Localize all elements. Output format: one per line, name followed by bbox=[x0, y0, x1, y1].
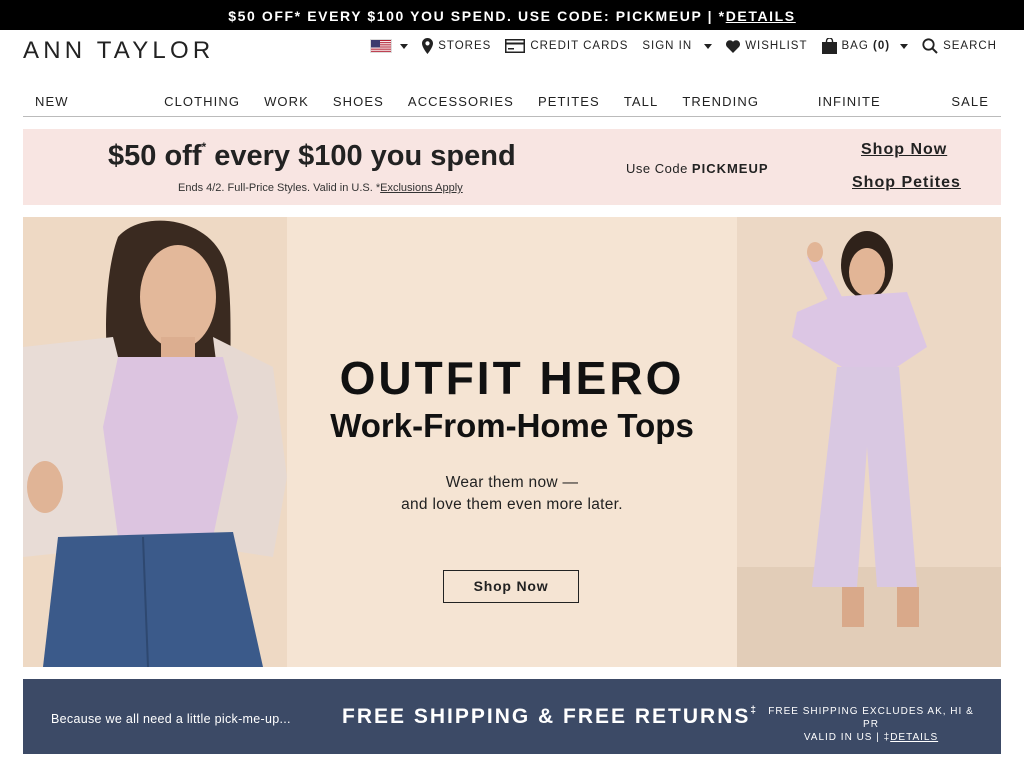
heart-icon bbox=[726, 39, 741, 53]
wishlist-label: WISHLIST bbox=[745, 40, 808, 52]
shipping-banner[interactable]: Because we all need a little pick-me-up.… bbox=[23, 679, 1001, 754]
sign-in-link[interactable]: SIGN IN bbox=[642, 40, 713, 52]
nav-sale[interactable]: SALE bbox=[951, 85, 989, 116]
shipping-fine-print: FREE SHIPPING EXCLUDES AK, HI & PR VALID… bbox=[763, 705, 979, 744]
shipping-headline: FREE SHIPPING & FREE RETURNS‡ bbox=[342, 705, 758, 729]
sign-in-label: SIGN IN bbox=[642, 40, 693, 52]
shipping-exclusion-text: FREE SHIPPING EXCLUDES AK, HI & PR bbox=[768, 706, 974, 730]
chevron-down-icon bbox=[704, 43, 713, 49]
search-label: SEARCH bbox=[943, 40, 997, 52]
shipping-headline-mark: ‡ bbox=[750, 705, 758, 716]
shipping-headline-text: FREE SHIPPING & FREE RETURNS bbox=[342, 705, 751, 728]
promo-headline-amount: $50 off bbox=[108, 140, 202, 172]
search-icon bbox=[922, 38, 938, 54]
hero-description-line2: and love them even more later. bbox=[401, 496, 623, 513]
nav-tall[interactable]: TALL bbox=[624, 85, 659, 116]
stores-link[interactable]: STORES bbox=[422, 38, 491, 54]
nav-shoes[interactable]: SHOES bbox=[333, 85, 384, 116]
hero-subtitle: Work-From-Home Tops bbox=[330, 407, 694, 444]
promo-fine-text: Ends 4/2. Full-Price Styles. Valid in U.… bbox=[178, 182, 381, 194]
hero-description-line1: Wear them now — bbox=[445, 474, 579, 491]
search-link[interactable]: SEARCH bbox=[922, 38, 997, 54]
nav-accessories[interactable]: ACCESSORIES bbox=[408, 85, 514, 116]
shipping-valid-text: VALID IN US | ‡ bbox=[803, 732, 891, 743]
promo-headline: $50 off* every $100 you spend bbox=[108, 140, 516, 173]
main-nav: NEW ARRIVALS CLOTHING WORK SHOES ACCESSO… bbox=[23, 85, 1001, 142]
shopping-bag-icon bbox=[821, 38, 837, 54]
nav-work[interactable]: WORK bbox=[264, 85, 309, 116]
promo-code-label: Use Code bbox=[626, 161, 692, 176]
nav-petites[interactable]: PETITES bbox=[538, 85, 600, 116]
stores-label: STORES bbox=[438, 40, 492, 52]
nav-trending-now[interactable]: TRENDING NOW bbox=[682, 85, 794, 142]
credit-card-icon bbox=[505, 39, 526, 53]
utility-nav: STORES CREDIT CARDS SIGN IN WISHLIST BAG… bbox=[356, 38, 997, 54]
hero-model-image-right[interactable] bbox=[737, 217, 1001, 667]
promo-headline-rest: every $100 you spend bbox=[206, 140, 516, 172]
promo-code-value: PICKMEUP bbox=[691, 161, 769, 176]
chevron-down-icon bbox=[400, 43, 409, 49]
brand-logo[interactable]: ANN TAYLOR bbox=[23, 37, 214, 65]
announcement-bar[interactable]: $50 OFF* EVERY $100 YOU SPEND. USE CODE:… bbox=[0, 0, 1024, 30]
hero-description: Wear them now — and love them even more … bbox=[287, 472, 737, 516]
promo-shop-petites-link[interactable]: Shop Petites bbox=[852, 174, 961, 192]
wishlist-link[interactable]: WISHLIST bbox=[726, 39, 808, 53]
credit-cards-label: CREDIT CARDS bbox=[530, 40, 629, 52]
hero-banner[interactable]: OUTFIT HERO Work-From-Home Tops Wear the… bbox=[23, 217, 1001, 667]
hero-model-image-left[interactable] bbox=[23, 217, 287, 667]
bag-label: BAG bbox=[841, 40, 869, 52]
promo-fine-print: Ends 4/2. Full-Price Styles. Valid in U.… bbox=[178, 182, 463, 194]
location-pin-icon bbox=[422, 38, 434, 54]
hero-shop-now-button[interactable]: Shop Now bbox=[443, 570, 579, 603]
exclusions-link[interactable]: Exclusions Apply bbox=[380, 182, 463, 194]
promo-code: Use Code PICKMEUP bbox=[626, 161, 769, 176]
bag-link[interactable]: BAG (0) bbox=[821, 38, 909, 54]
shipping-details-link[interactable]: DETAILS bbox=[890, 732, 938, 743]
country-selector[interactable] bbox=[370, 39, 409, 53]
credit-cards-link[interactable]: CREDIT CARDS bbox=[505, 39, 628, 53]
nav-clothing[interactable]: CLOTHING bbox=[164, 85, 240, 116]
promo-banner: $50 off* every $100 you spend Ends 4/2. … bbox=[23, 129, 1001, 205]
shipping-tagline: Because we all need a little pick-me-up.… bbox=[51, 712, 291, 726]
nav-infinite-style[interactable]: INFINITE STYLE bbox=[818, 85, 927, 142]
announcement-details-link[interactable]: DETAILS bbox=[726, 8, 796, 24]
us-flag-icon bbox=[370, 39, 393, 53]
hero-title: OUTFIT HERO bbox=[339, 352, 685, 404]
chevron-down-icon bbox=[900, 43, 909, 49]
bag-count: (0) bbox=[873, 40, 891, 52]
nav-new-arrivals[interactable]: NEW ARRIVALS bbox=[35, 85, 140, 142]
announcement-text: $50 OFF* EVERY $100 YOU SPEND. USE CODE:… bbox=[228, 8, 726, 24]
promo-shop-now-link[interactable]: Shop Now bbox=[861, 141, 947, 159]
